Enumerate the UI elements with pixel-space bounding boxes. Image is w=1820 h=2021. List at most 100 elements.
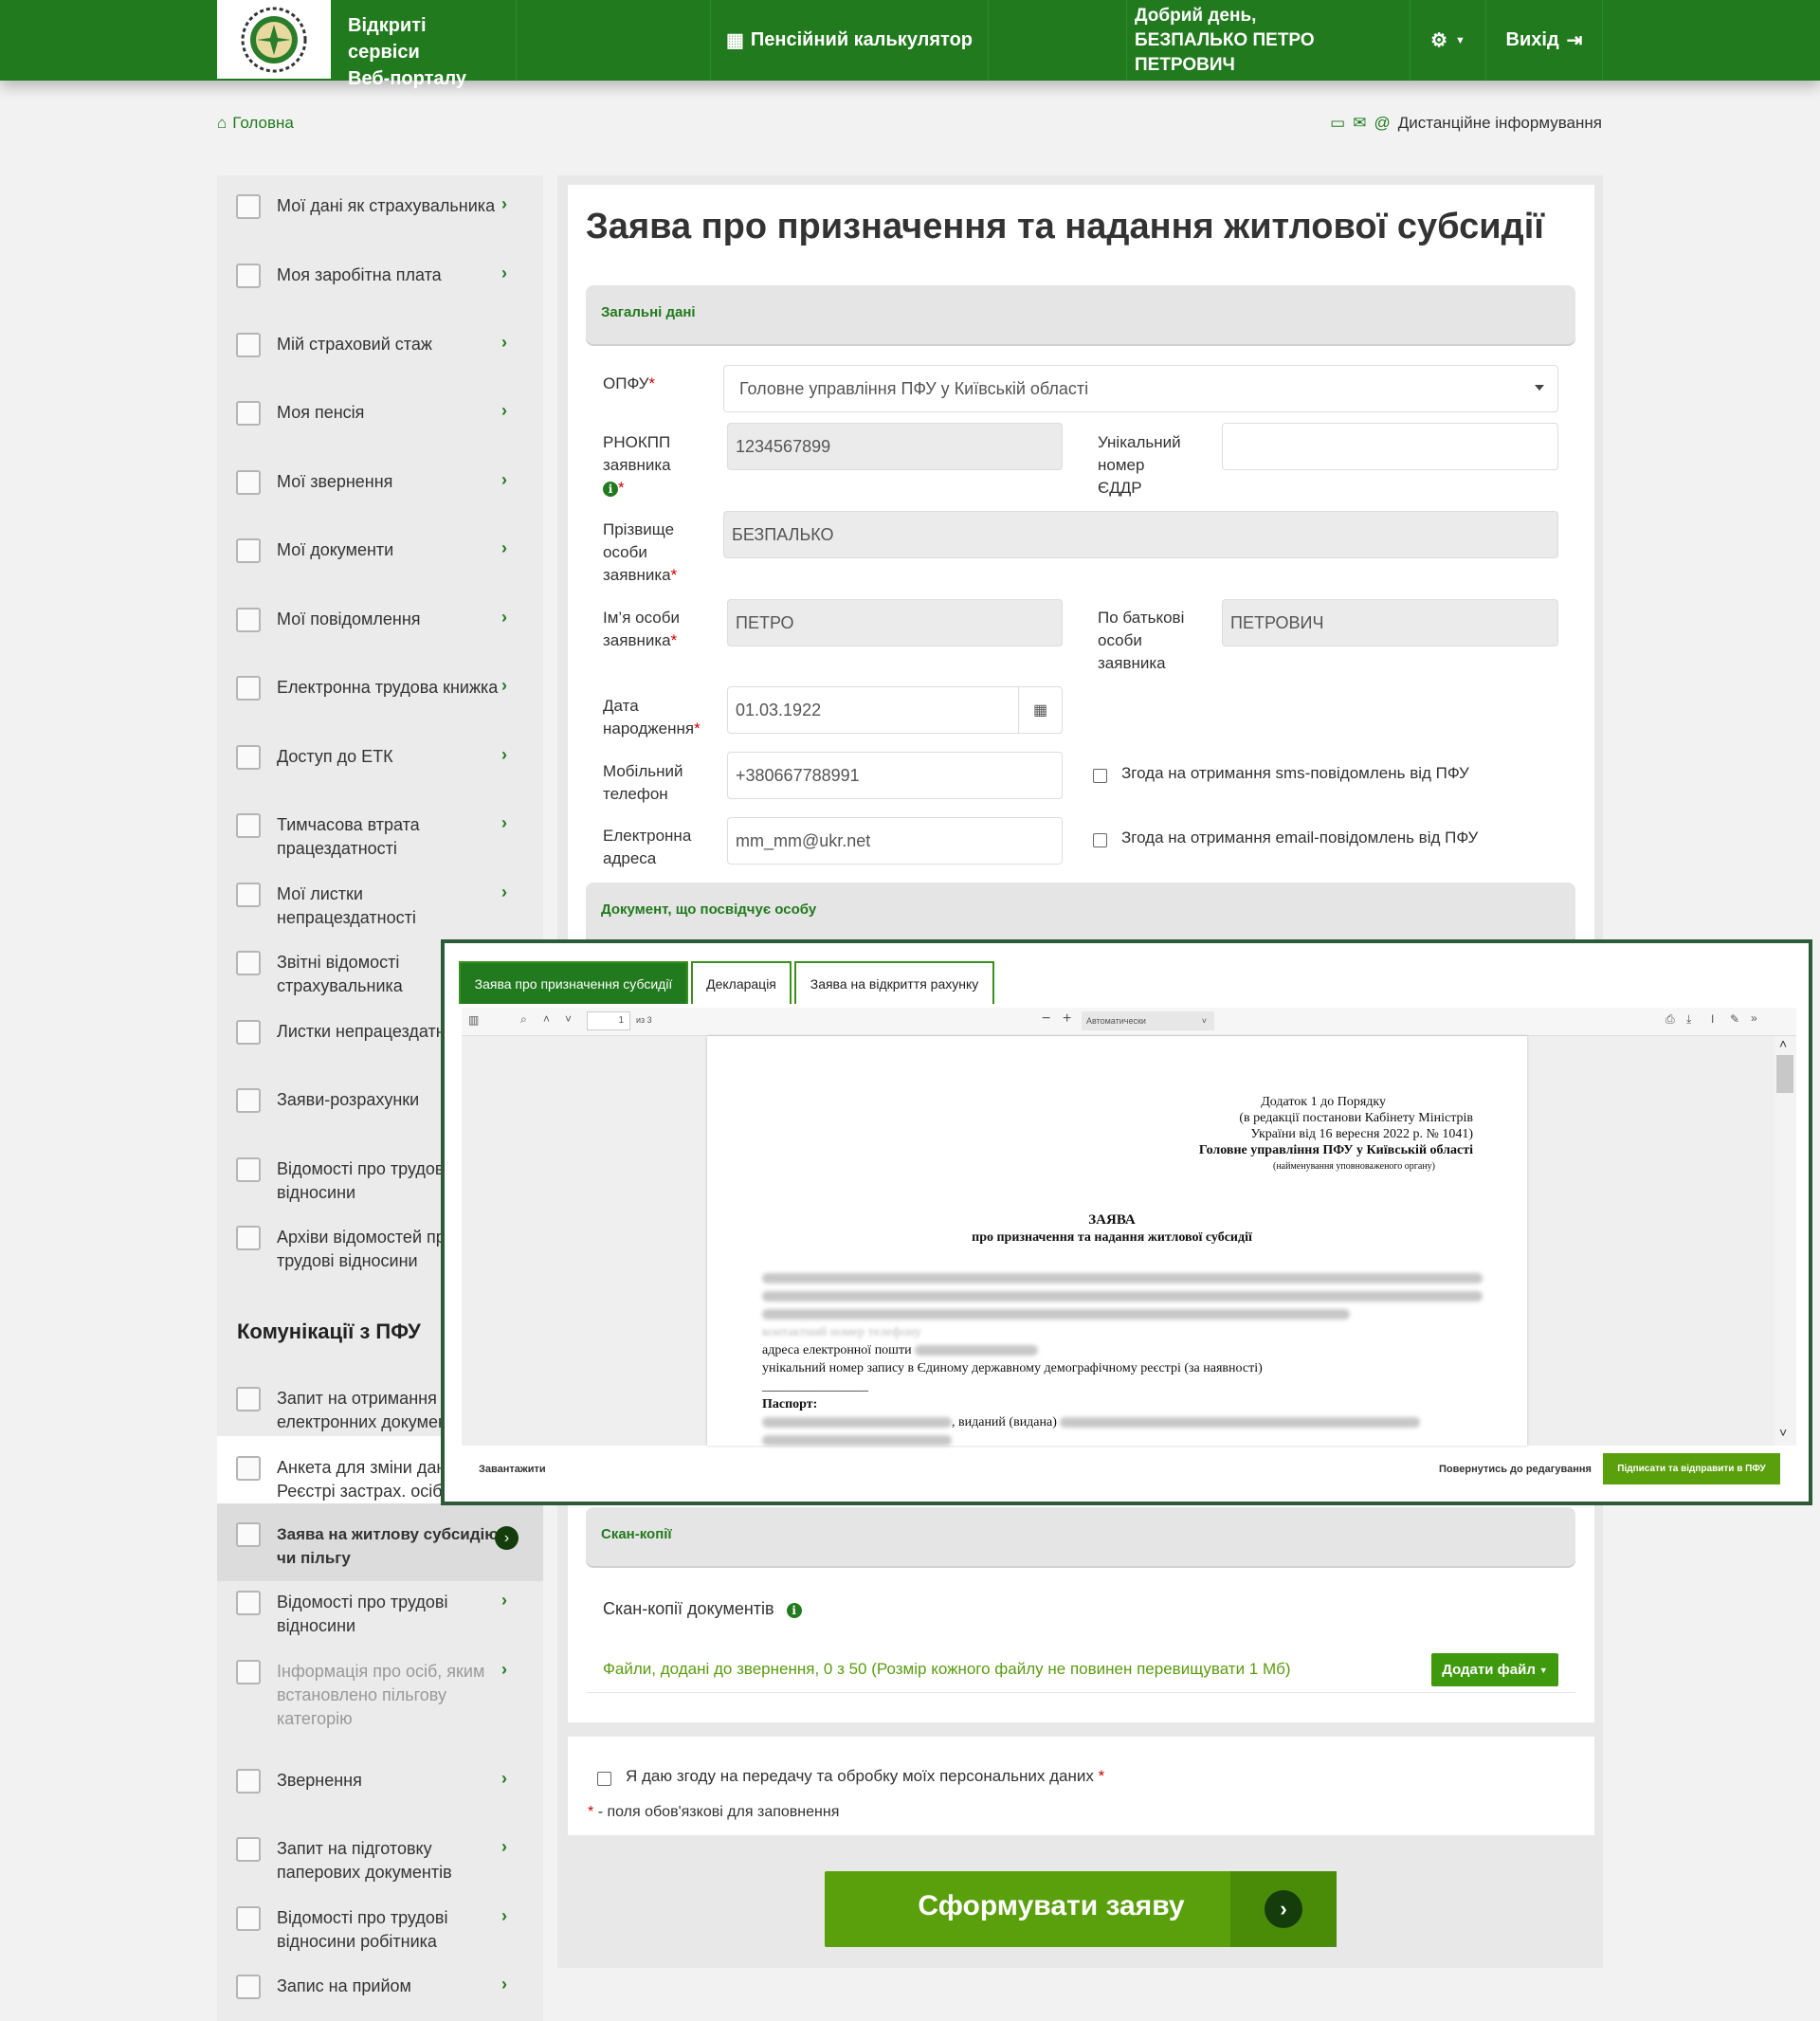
sidebar-item-label: Доступ до ЕТК bbox=[277, 747, 393, 766]
doc-email-text: адреса електронної пошти bbox=[762, 1343, 912, 1357]
logout-label: Вихід bbox=[1505, 29, 1559, 50]
sidebar-item-label: Мої дані як страхувальника bbox=[277, 196, 496, 215]
settings-dropdown[interactable]: ⚙ ▼ bbox=[1410, 0, 1485, 81]
calendar-icon[interactable]: ▦ bbox=[1018, 687, 1062, 733]
zoom-out-icon[interactable]: − bbox=[1042, 1010, 1050, 1028]
first-name-value: ПЕТРО bbox=[736, 612, 794, 632]
section-document-title: Документ, що посвідчує особу bbox=[601, 901, 817, 918]
patronymic-input[interactable]: ПЕТРОВИЧ bbox=[1222, 599, 1558, 646]
caret-down-icon bbox=[1535, 385, 1544, 391]
sms-consent-checkbox[interactable] bbox=[1093, 769, 1107, 783]
chevron-right-icon: › bbox=[501, 813, 507, 832]
doc-phone-line: контактний номер телефону bbox=[762, 1323, 1494, 1341]
logout-button[interactable]: Вихід ⇥ bbox=[1485, 0, 1603, 81]
tab-account-opening[interactable]: Заява на відкриття рахунку bbox=[794, 961, 994, 1004]
book-icon bbox=[236, 1088, 261, 1113]
pension-calculator-link[interactable]: ▦ Пенсійний калькулятор bbox=[710, 0, 988, 81]
files-counter: Файли, додані до звернення, 0 з 50 (Розм… bbox=[603, 1660, 1291, 1678]
submit-button[interactable]: Сформувати заяву › bbox=[825, 1871, 1337, 1947]
birth-date-label-text: Дата народження bbox=[603, 697, 695, 737]
chevron-right-icon: › bbox=[501, 538, 507, 557]
opfu-label-text: ОПФУ bbox=[603, 374, 649, 392]
download-button[interactable]: Завантажити bbox=[479, 1464, 546, 1475]
email-consent-checkbox[interactable] bbox=[1093, 833, 1107, 847]
info-icon[interactable]: i bbox=[603, 482, 618, 497]
birth-date-input[interactable]: 01.03.1922 ▦ bbox=[727, 686, 1063, 734]
portal-brand[interactable]: Відкриті сервіси Веб-порталу bbox=[331, 0, 517, 89]
surname-label-text: Прізвище особи заявника bbox=[603, 520, 675, 584]
rnokpp-input[interactable]: 1234567899 bbox=[727, 423, 1063, 470]
pdf-viewer[interactable]: Додаток 1 до Порядку (в редакції постано… bbox=[462, 1036, 1796, 1449]
section-document[interactable]: Документ, що посвідчує особу bbox=[586, 883, 1575, 941]
back-to-edit-button[interactable]: Повернутись до редагування bbox=[1439, 1464, 1592, 1475]
info-icon[interactable]: i bbox=[786, 1603, 802, 1618]
doc-email-line: адреса електронної пошти bbox=[762, 1341, 1494, 1359]
doc-authority: Головне управління ПФУ у Київській облас… bbox=[1198, 1143, 1473, 1157]
sidebar-item-label: Моя заробітна плата bbox=[277, 265, 442, 284]
sidebar-section-title: Комунікації з ПФУ bbox=[237, 1320, 421, 1343]
chevron-right-icon: › bbox=[501, 1975, 507, 1994]
user-greeting: Добрий день, БЕЗПАЛЬКО ПЕТРО ПЕТРОВИЧ bbox=[1126, 0, 1410, 81]
chevron-right-icon: › bbox=[501, 745, 507, 764]
surname-input[interactable]: БЕЗПАЛЬКО bbox=[723, 511, 1558, 558]
chevron-up-icon[interactable]: ˄ bbox=[543, 1012, 550, 1026]
pfu-logo[interactable] bbox=[217, 0, 331, 79]
calendar-icon bbox=[236, 333, 261, 357]
add-file-button[interactable]: Додати файл ▼ bbox=[1431, 1653, 1558, 1686]
doc-appendix: Додаток 1 до Порядку bbox=[1261, 1095, 1386, 1109]
document-icon bbox=[236, 194, 261, 219]
personal-data-consent-label: Я даю згоду на передачу та обробку моїх … bbox=[626, 1767, 1105, 1785]
pencil-icon[interactable]: ✎ bbox=[1730, 1012, 1739, 1026]
greeting-text: Добрий день, bbox=[1135, 5, 1257, 26]
doc-edition: (в редакції постанови Кабінету Міністрів bbox=[1239, 1111, 1473, 1125]
envelope-icon bbox=[236, 1226, 261, 1250]
sidebar-item-label: Електронна трудова книжка bbox=[277, 678, 499, 697]
email-input[interactable]: mm_mm@ukr.net bbox=[727, 817, 1063, 865]
sign-and-send-button[interactable]: Підписати та відправити в ПФУ bbox=[1603, 1453, 1780, 1484]
print-icon[interactable]: ⎙ bbox=[1665, 1012, 1675, 1027]
sidebar-toggle-icon[interactable]: ▥ bbox=[468, 1013, 479, 1027]
sidebar-item-label: Відомості про трудові відносини робітник… bbox=[277, 1908, 448, 1951]
blurred-line bbox=[762, 1269, 1494, 1287]
zoom-in-icon[interactable]: + bbox=[1063, 1010, 1071, 1028]
tab-declaration[interactable]: Декларація bbox=[691, 961, 792, 1004]
search-icon[interactable]: ⌕ bbox=[520, 1012, 527, 1027]
section-general-title: Загальні дані bbox=[601, 304, 696, 320]
download-icon[interactable]: ⤓ bbox=[1686, 1012, 1691, 1027]
chevron-right-icon: › bbox=[501, 1837, 507, 1856]
personal-data-consent-checkbox[interactable] bbox=[597, 1772, 611, 1786]
doc-body: контактний номер телефону адреса електро… bbox=[762, 1269, 1494, 1449]
scans-label-text: Скан-копії документів bbox=[603, 1599, 774, 1618]
sidebar-item-label: Інформація про осіб, яким встановлено пі… bbox=[277, 1662, 485, 1728]
doc-passport: Паспорт: bbox=[762, 1397, 818, 1411]
section-general[interactable]: Загальні дані bbox=[586, 285, 1575, 344]
opfu-select[interactable]: Головне управління ПФУ у Київській облас… bbox=[723, 365, 1558, 412]
sms-consent-label: Згода на отримання sms-повідомлень від П… bbox=[1121, 764, 1469, 782]
tab-subsidy-application[interactable]: Заява про призначення субсидії bbox=[459, 961, 688, 1004]
scroll-thumb[interactable] bbox=[1776, 1055, 1793, 1093]
envelope-icon bbox=[236, 1660, 261, 1684]
section-scans[interactable]: Скан-копії bbox=[586, 1507, 1575, 1566]
chevron-up-icon[interactable]: ˄ bbox=[1779, 1036, 1787, 1051]
chevron-right-icon: › bbox=[501, 1591, 507, 1610]
text-cursor-icon[interactable]: I bbox=[1711, 1012, 1714, 1026]
birth-date-value: 01.03.1922 bbox=[736, 700, 822, 719]
sidebar-item-label: Запит на підготовку паперових документів bbox=[277, 1839, 452, 1882]
page-number-input[interactable]: 1 bbox=[587, 1011, 630, 1030]
doc-header: Додаток 1 до Порядку (в редакції постано… bbox=[707, 1094, 1473, 1174]
first-name-input[interactable]: ПЕТРО bbox=[727, 599, 1063, 646]
chevron-down-icon[interactable]: ˅ bbox=[1779, 1425, 1787, 1440]
distance-informing-link[interactable]: ▭ ✉ @ Дистанційне інформування bbox=[1330, 114, 1602, 133]
unique-number-input[interactable] bbox=[1222, 423, 1558, 470]
phone-label: Мобільний телефон bbox=[603, 762, 683, 803]
chevron-down-icon[interactable]: ˅ bbox=[565, 1012, 572, 1026]
double-chevron-right-icon[interactable]: » bbox=[1751, 1011, 1757, 1025]
pdf-scrollbar[interactable]: ˄ ˅ bbox=[1774, 1036, 1796, 1446]
zoom-select[interactable]: Автоматически ˅ bbox=[1082, 1011, 1214, 1030]
gear-icon: ⚙ bbox=[1430, 30, 1448, 51]
folder-icon bbox=[236, 1906, 261, 1931]
doc-registry-line: унікальний номер запису в Єдиному держав… bbox=[762, 1361, 1263, 1375]
sidebar-item-label: Заява на житлову субсидію чи пільгу bbox=[277, 1525, 499, 1567]
phone-input[interactable]: +380667788991 bbox=[727, 752, 1063, 799]
book-icon bbox=[236, 883, 261, 907]
